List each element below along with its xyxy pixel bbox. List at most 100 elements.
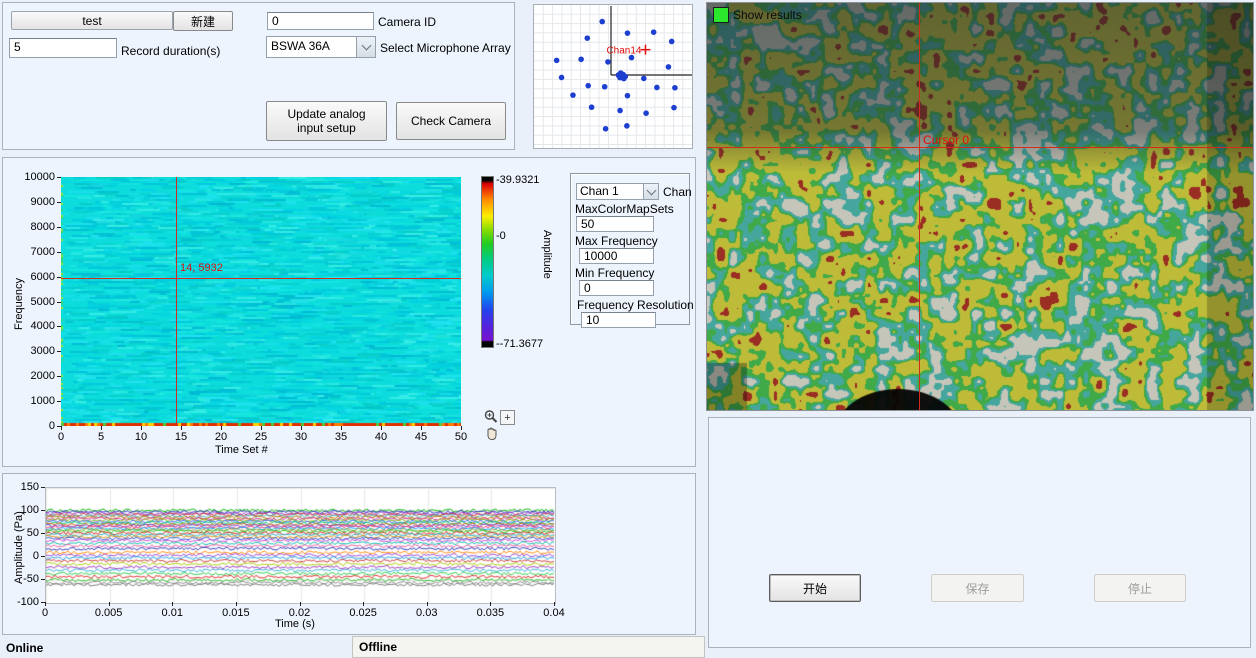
camera-cursor-vline[interactable]	[919, 3, 920, 410]
x-tick-label: 0.025	[343, 607, 383, 619]
x-tick-mark	[181, 426, 182, 430]
new-button[interactable]: 新建	[173, 11, 233, 31]
x-tick-label: 50	[441, 431, 481, 443]
spectrogram-canvas[interactable]	[61, 177, 461, 426]
show-results-label: Show results	[733, 8, 802, 22]
x-tick-mark	[300, 602, 301, 606]
mic-point	[589, 104, 595, 110]
y-tick-mark	[41, 579, 45, 580]
y-tick-mark	[57, 177, 61, 178]
beamform-heatmap-canvas[interactable]	[707, 3, 1253, 410]
update-analog-button[interactable]: Update analog input setup	[266, 101, 387, 141]
mic-point	[570, 92, 576, 98]
y-tick-mark	[41, 556, 45, 557]
max-freq-input[interactable]: 10000	[579, 248, 654, 264]
mic-array-select[interactable]: BSWA 36A	[266, 36, 376, 58]
spectrogram-cursor-label: 14, 5932	[180, 262, 223, 274]
chan-control-box: Chan 1 Chan MaxColorMapSets 50 Max Frequ…	[570, 173, 690, 325]
min-freq-input[interactable]: 0	[579, 280, 654, 296]
camera-cursor-label: Cursor 0	[923, 133, 969, 147]
waveform-panel: Amplitude (Pa) Time (s) 150100500-50-100…	[2, 473, 696, 635]
camera-id-input[interactable]: 0	[267, 12, 374, 30]
chevron-down-icon[interactable]	[356, 36, 376, 58]
chan-select[interactable]: Chan 1	[576, 183, 659, 200]
x-tick-mark	[221, 426, 222, 430]
freq-res-input[interactable]: 10	[581, 312, 656, 328]
freq-res-label: Frequency Resolution	[577, 298, 694, 312]
stop-button[interactable]: 停止	[1094, 574, 1186, 602]
action-panel: 开始 保存 停止	[708, 417, 1251, 648]
x-tick-label: 45	[401, 431, 441, 443]
mic-point	[603, 126, 609, 132]
tab-online[interactable]: Online	[6, 641, 43, 655]
x-tick-label: 35	[321, 431, 361, 443]
tab-offline[interactable]: Offline	[352, 636, 705, 658]
cursor-tool-button[interactable]: +	[500, 410, 515, 425]
x-tick-label: 0	[41, 431, 81, 443]
y-tick-label: 100	[0, 504, 39, 516]
camera-view[interactable]: Cursor 0 Show results	[706, 2, 1254, 411]
mic-point	[641, 76, 647, 82]
mic-point	[617, 108, 623, 114]
waveform-xlabel: Time (s)	[275, 618, 315, 630]
camera-cursor-hline[interactable]	[707, 147, 1253, 148]
x-tick-mark	[101, 426, 102, 430]
start-button[interactable]: 开始	[769, 574, 861, 602]
x-tick-label: 10	[121, 431, 161, 443]
mic-array-plot[interactable]: Chan14	[533, 4, 693, 149]
x-tick-mark	[461, 426, 462, 430]
colorbar	[481, 176, 494, 348]
x-tick-label: 40	[361, 431, 401, 443]
colorbar-zero-label: -0	[496, 230, 506, 242]
check-camera-button[interactable]: Check Camera	[396, 102, 506, 140]
y-tick-mark	[57, 401, 61, 402]
x-tick-label: 0.005	[89, 607, 129, 619]
x-tick-mark	[141, 426, 142, 430]
y-tick-label: 2000	[11, 370, 55, 382]
y-tick-mark	[57, 227, 61, 228]
x-tick-mark	[427, 602, 428, 606]
y-tick-label: 0	[0, 550, 39, 562]
record-duration-input[interactable]: 5	[9, 38, 117, 58]
setup-panel: test 新建 5 Record duration(s) 0 Camera ID…	[2, 2, 515, 150]
y-tick-label: 5000	[11, 296, 55, 308]
x-tick-label: 0.01	[152, 607, 192, 619]
x-tick-mark	[261, 426, 262, 430]
mic-point	[643, 110, 649, 116]
mic-array-value: BSWA 36A	[266, 36, 356, 58]
y-tick-mark	[41, 533, 45, 534]
save-button[interactable]: 保存	[931, 574, 1024, 602]
max-colormap-input[interactable]: 50	[576, 216, 654, 232]
x-tick-mark	[172, 602, 173, 606]
x-tick-label: 15	[161, 431, 201, 443]
y-tick-mark	[41, 487, 45, 488]
spectrogram-xlabel: Time Set #	[215, 444, 268, 456]
x-tick-mark	[421, 426, 422, 430]
y-tick-mark	[57, 326, 61, 327]
waveform-canvas[interactable]	[45, 487, 556, 604]
mic-point	[654, 85, 660, 91]
y-tick-label: 4000	[11, 320, 55, 332]
x-tick-mark	[363, 602, 364, 606]
y-tick-mark	[41, 510, 45, 511]
test-name-field[interactable]: test	[11, 11, 173, 30]
chevron-down-icon[interactable]	[643, 183, 659, 200]
chan-select-value: Chan 1	[576, 183, 643, 200]
tab-offline-label: Offline	[359, 640, 397, 654]
spectrogram-cursor-vline[interactable]	[176, 177, 177, 426]
pan-tool-icon[interactable]	[484, 426, 499, 444]
y-tick-mark	[57, 277, 61, 278]
spectrogram-cursor-hline[interactable]	[61, 278, 461, 279]
mic-point	[605, 59, 611, 65]
y-tick-label: 3000	[11, 345, 55, 357]
y-tick-label: 9000	[11, 196, 55, 208]
mic-point	[554, 58, 560, 64]
mic-cursor-label: Chan14	[606, 46, 641, 57]
mic-point	[619, 73, 625, 79]
x-tick-mark	[61, 426, 62, 430]
camera-id-label: Camera ID	[378, 15, 436, 29]
mic-point	[602, 84, 608, 90]
x-tick-label: 5	[81, 431, 121, 443]
show-results-checkbox[interactable]	[713, 7, 729, 23]
x-tick-label: 30	[281, 431, 321, 443]
